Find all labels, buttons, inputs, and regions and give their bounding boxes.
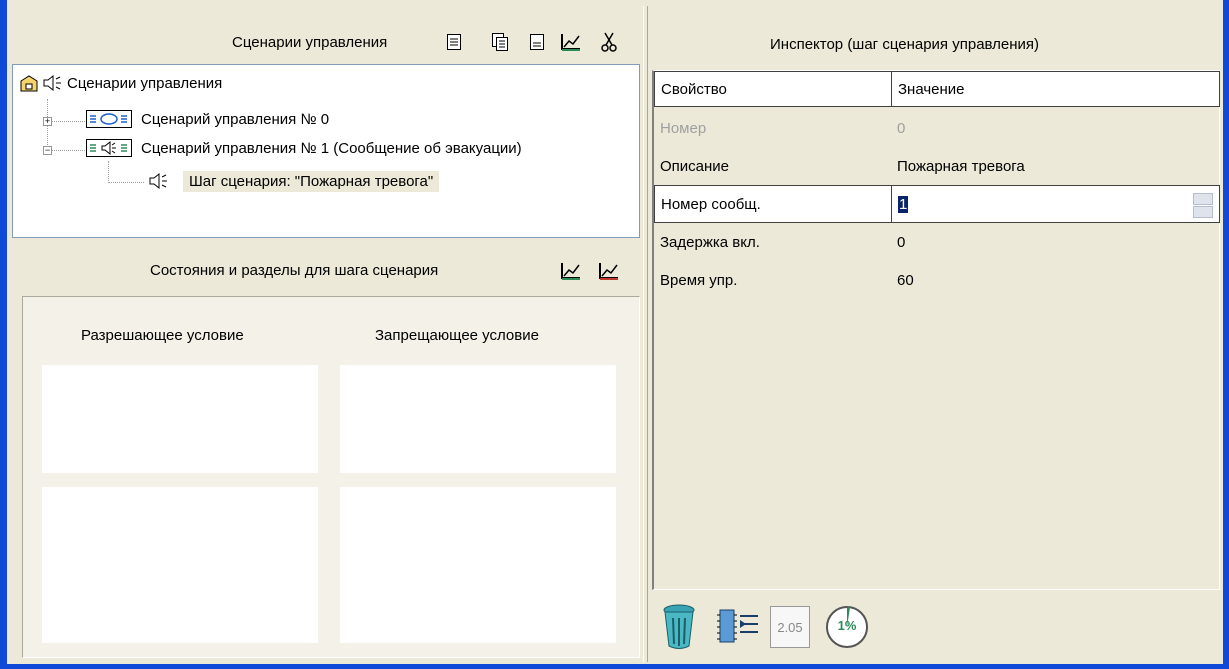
window-border-right <box>1223 0 1229 669</box>
conditions-panel-title: Состояния и разделы для шага сценария <box>150 262 439 279</box>
blank-document-icon[interactable] <box>526 31 548 53</box>
collapse-scenario-1-button[interactable]: − <box>43 146 52 155</box>
property-value: Пожарная тревога <box>897 157 1025 175</box>
conditions-area: Разрешающее условие Запрещающее условие <box>22 296 640 658</box>
pane-splitter[interactable] <box>643 6 648 662</box>
inspector-grid: Свойство Значение Номер 0 Описание Пожар… <box>652 70 1220 590</box>
main-window: Сценарии управления Сценарии управления … <box>0 0 1229 669</box>
chip-list-icon[interactable] <box>716 606 760 650</box>
spin-down-button[interactable] <box>1193 206 1213 218</box>
inspector-row[interactable]: Описание Пожарная тревога <box>654 147 1220 185</box>
version-label: 2.05 <box>777 619 803 635</box>
edit-deny-icon[interactable] <box>598 259 620 281</box>
copy-document-icon[interactable] <box>489 31 511 53</box>
version-document-icon[interactable]: 2.05 <box>770 606 810 648</box>
property-value-editor[interactable]: 1 <box>891 185 1220 223</box>
tree-item-label: Сценарий управления № 0 <box>141 110 330 128</box>
window-border-left <box>0 0 7 669</box>
property-value: 60 <box>897 271 914 289</box>
window-border-bottom <box>0 664 1229 669</box>
inspector-row-editing[interactable]: Номер сообщ. 1 <box>654 185 1220 223</box>
edit-chart-icon[interactable] <box>560 30 582 52</box>
inspector-grid-header: Свойство Значение <box>654 71 1220 107</box>
value-spinner[interactable] <box>1193 193 1213 219</box>
property-name: Номер <box>660 119 707 137</box>
inspector-row[interactable]: Время упр. 60 <box>654 261 1220 299</box>
column-header-property[interactable]: Свойство <box>654 71 892 107</box>
tree-guide-line <box>108 161 109 183</box>
cut-scissors-icon[interactable] <box>598 31 620 53</box>
folder-lock-icon <box>19 73 39 93</box>
deny-condition-box-bottom[interactable] <box>340 487 616 643</box>
allow-condition-box-bottom[interactable] <box>42 487 318 643</box>
allow-condition-label: Разрешающее условие <box>81 327 244 344</box>
property-value: 0 <box>897 119 906 137</box>
tree-root-row[interactable]: Сценарии управления <box>19 71 222 95</box>
speaker-icon <box>41 73 63 93</box>
tree-item-scenario-1[interactable]: Сценарий управления № 1 (Сообщение об эв… <box>85 136 522 160</box>
allow-condition-box-top[interactable] <box>42 365 318 473</box>
deny-condition-label: Запрещающее условие <box>375 327 539 344</box>
deny-condition-box-top[interactable] <box>340 365 616 473</box>
trash-icon[interactable] <box>662 602 696 656</box>
column-header-value[interactable]: Значение <box>891 71 1220 107</box>
inspector-row[interactable]: Задержка вкл. 0 <box>654 223 1220 261</box>
tree-guide-line <box>108 182 144 183</box>
scenarios-panel-title: Сценарии управления <box>232 34 388 51</box>
new-document-icon[interactable] <box>443 31 465 53</box>
property-name: Задержка вкл. <box>660 233 760 251</box>
tree-guide-line <box>51 121 85 122</box>
tree-item-label: Сценарий управления № 1 (Сообщение об эв… <box>141 139 522 157</box>
property-name: Номер сообщ. <box>654 185 892 223</box>
tree-item-step[interactable]: Шаг сценария: "Пожарная тревога" <box>147 169 440 193</box>
speaker-icon <box>147 171 169 191</box>
progress-label: 1% <box>837 618 857 633</box>
scenarios-tree: Сценарии управления + Сценарий управлени… <box>12 64 640 238</box>
scenario-speaker-block-icon <box>85 137 133 159</box>
property-value: 0 <box>897 233 906 251</box>
tree-root-label: Сценарии управления <box>67 74 223 92</box>
expand-scenario-0-button[interactable]: + <box>43 117 52 126</box>
progress-gauge-icon[interactable]: 1% <box>824 604 870 650</box>
property-name: Время упр. <box>660 271 738 289</box>
inspector-row[interactable]: Номер 0 <box>654 109 1220 147</box>
tree-guide-line <box>51 150 85 151</box>
tree-item-scenario-0[interactable]: Сценарий управления № 0 <box>85 107 329 131</box>
edit-allow-icon[interactable] <box>560 259 582 281</box>
tree-item-label: Шаг сценария: "Пожарная тревога" <box>183 170 440 192</box>
inspector-title: Инспектор (шаг сценария управления) <box>770 36 1040 53</box>
bottom-toolbar: 2.05 1% <box>652 592 1220 662</box>
property-name: Описание <box>660 157 730 175</box>
spin-up-button[interactable] <box>1193 193 1213 205</box>
scenario-block-icon <box>85 108 133 130</box>
property-value-input[interactable]: 1 <box>898 195 909 213</box>
